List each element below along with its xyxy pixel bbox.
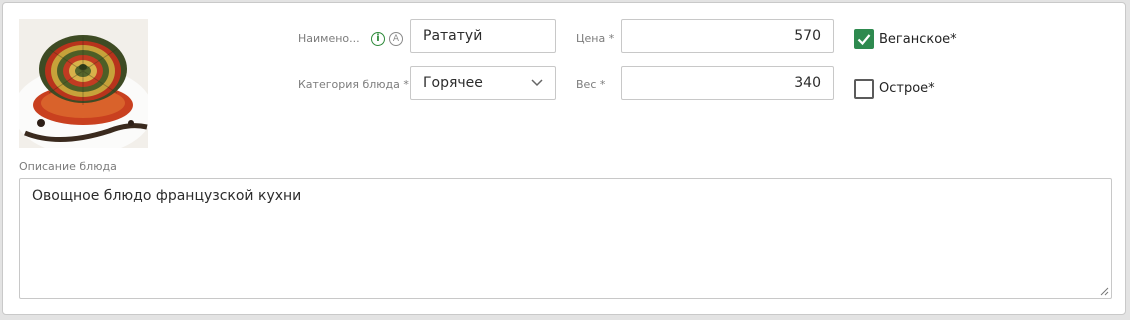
price-input[interactable]: 570 bbox=[621, 19, 834, 53]
checkmark-icon bbox=[857, 34, 871, 46]
description-label: Описание блюда bbox=[19, 160, 117, 173]
resize-grip-icon[interactable] bbox=[1100, 287, 1109, 296]
price-label: Цена * bbox=[576, 32, 615, 45]
weight-input[interactable]: 340 bbox=[621, 66, 834, 100]
vegan-checkbox[interactable] bbox=[854, 29, 874, 49]
name-label: Наимено... bbox=[298, 32, 360, 45]
info-icon[interactable]: i bbox=[371, 32, 385, 46]
dish-photo[interactable] bbox=[19, 19, 148, 148]
description-textarea[interactable]: Овощное блюдо французской кухни bbox=[19, 178, 1112, 299]
spicy-checkbox[interactable] bbox=[854, 79, 874, 99]
description-value: Овощное блюдо французской кухни bbox=[32, 188, 302, 204]
weight-value: 340 bbox=[794, 75, 821, 91]
chevron-down-icon bbox=[531, 79, 543, 87]
spicy-label: Острое* bbox=[879, 81, 935, 96]
category-label: Категория блюда * bbox=[298, 78, 409, 91]
vegan-label: Веганское* bbox=[879, 32, 957, 47]
price-value: 570 bbox=[794, 28, 821, 44]
category-select[interactable]: Горячее bbox=[410, 66, 556, 100]
name-input[interactable]: Рататуй bbox=[410, 19, 556, 53]
name-value: Рататуй bbox=[423, 28, 483, 44]
auto-translate-icon[interactable]: A bbox=[389, 32, 403, 46]
weight-label: Вес * bbox=[576, 78, 606, 91]
